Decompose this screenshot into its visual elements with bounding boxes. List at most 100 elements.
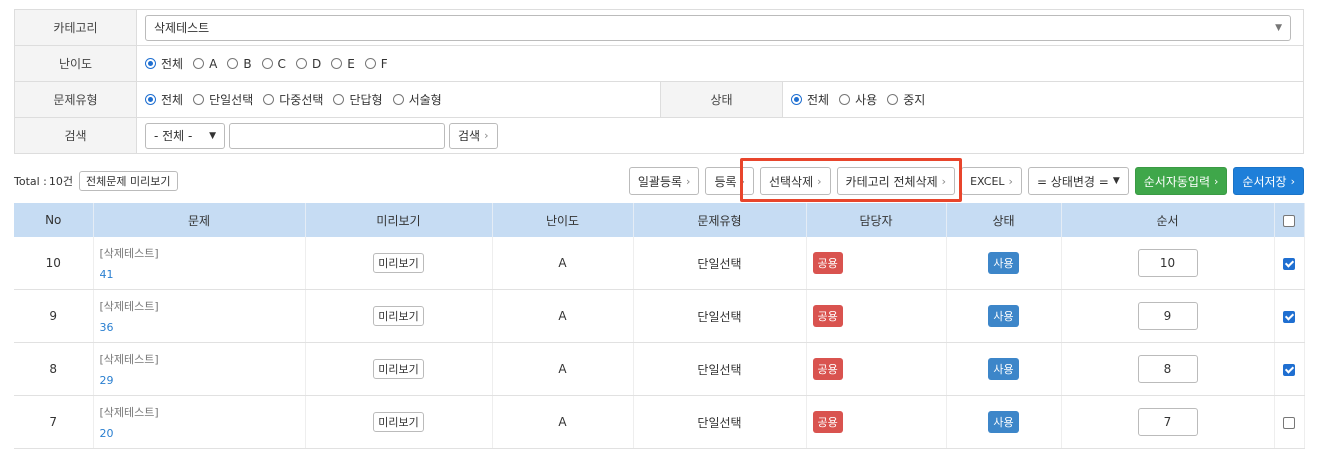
search-label: 검색	[14, 117, 137, 154]
row-preview: 미리보기	[305, 289, 493, 343]
table-row: 9 [삭제테스트] 36 미리보기 A 단일선택 공용 사용 9	[14, 289, 1305, 343]
row-preview: 미리보기	[305, 395, 493, 449]
chevron-right-icon: ›	[484, 129, 489, 142]
radio-icon	[333, 94, 345, 105]
difficulty-radio-c[interactable]: C	[261, 57, 286, 71]
radio-icon	[227, 58, 239, 69]
owner-badge: 공용	[812, 252, 843, 274]
status-change-select[interactable]: = 상태변경 = ▼	[1027, 167, 1129, 195]
type-radio-group: 전체 단일선택 다중선택 단답형 서술형	[145, 91, 660, 108]
radio-icon	[392, 94, 404, 105]
difficulty-radio-a[interactable]: A	[193, 57, 217, 71]
difficulty-radio-d[interactable]: D	[295, 57, 321, 71]
difficulty-radio-all[interactable]: 전체	[145, 55, 183, 72]
radio-icon	[193, 58, 205, 69]
total-count: 10건	[48, 175, 74, 188]
order-input[interactable]: 7	[1137, 408, 1198, 436]
preview-button[interactable]: 미리보기	[373, 306, 424, 326]
chevron-right-icon: ›	[686, 174, 691, 188]
header-status: 상태	[946, 203, 1062, 237]
type-radio-essay[interactable]: 서술형	[392, 91, 442, 108]
row-no: 7	[14, 395, 94, 449]
question-id-link[interactable]: 36	[100, 321, 114, 334]
radio-icon	[295, 58, 307, 69]
preview-button[interactable]: 미리보기	[373, 359, 424, 379]
question-category: [삭제테스트]	[99, 353, 159, 366]
row-checkbox[interactable]	[1283, 257, 1295, 270]
row-owner: 공용	[806, 342, 947, 396]
row-checkbox[interactable]	[1283, 416, 1295, 429]
difficulty-radio-group: 전체 A B C D E F	[145, 55, 1303, 72]
row-select	[1274, 342, 1305, 396]
chevron-right-icon: ›	[1008, 174, 1013, 188]
excel-button[interactable]: EXCEL ›	[961, 167, 1022, 195]
header-no: No	[14, 203, 94, 237]
bulk-register-button[interactable]: 일괄등록 ›	[628, 167, 700, 195]
owner-badge: 공용	[812, 358, 843, 380]
total-prefix: Total :	[14, 174, 47, 188]
radio-icon	[193, 94, 205, 105]
row-type: 단일선택	[633, 237, 807, 290]
order-input[interactable]: 9	[1137, 302, 1198, 330]
search-input[interactable]	[229, 122, 445, 149]
row-no: 8	[14, 342, 94, 396]
order-input[interactable]: 8	[1137, 355, 1198, 383]
type-radio-single[interactable]: 단일선택	[193, 91, 253, 108]
category-select[interactable]: 삭제테스트 ▼	[145, 14, 1291, 41]
row-order: 10	[1061, 237, 1275, 290]
row-checkbox[interactable]	[1283, 363, 1295, 376]
search-button[interactable]: 검색 ›	[449, 122, 498, 149]
radio-icon	[887, 94, 899, 105]
radio-icon	[331, 58, 343, 69]
preview-all-button[interactable]: 전체문제 미리보기	[79, 171, 178, 191]
difficulty-radio-e[interactable]: E	[331, 57, 355, 71]
radio-icon	[839, 94, 851, 105]
status-label: 상태	[660, 81, 783, 118]
type-radio-short[interactable]: 단답형	[333, 91, 383, 108]
question-table: No 문제 미리보기 난이도 문제유형 담당자 상태 순서 10 [삭제테스트] 4…	[14, 203, 1305, 449]
status-radio-group: 전체 사용 중지	[791, 91, 1303, 108]
row-difficulty: A	[492, 342, 634, 396]
status-radio-use[interactable]: 사용	[839, 91, 877, 108]
row-select	[1274, 395, 1305, 449]
row-order: 8	[1061, 342, 1275, 396]
type-radio-all[interactable]: 전체	[145, 91, 183, 108]
type-radio-multi[interactable]: 다중선택	[263, 91, 323, 108]
row-type: 단일선택	[633, 395, 807, 449]
save-order-button[interactable]: 순서저장 ›	[1233, 167, 1304, 195]
row-select	[1274, 289, 1305, 343]
row-type: 단일선택	[633, 342, 807, 396]
difficulty-radio-b[interactable]: B	[227, 57, 252, 71]
status-radio-all[interactable]: 전체	[791, 91, 829, 108]
auto-order-button[interactable]: 순서자동입력 ›	[1134, 167, 1228, 195]
question-id-link[interactable]: 41	[100, 268, 114, 281]
header-type: 문제유형	[633, 203, 807, 237]
header-difficulty: 난이도	[492, 203, 634, 237]
search-field-select[interactable]: - 전체 - ▼	[145, 122, 225, 149]
question-id-link[interactable]: 29	[100, 374, 114, 387]
preview-button[interactable]: 미리보기	[373, 412, 424, 432]
chevron-right-icon: ›	[1290, 174, 1295, 188]
preview-button[interactable]: 미리보기	[373, 253, 424, 273]
question-category: [삭제테스트]	[99, 300, 159, 313]
row-owner: 공용	[806, 237, 947, 290]
header-preview: 미리보기	[305, 203, 493, 237]
highlight-box	[740, 158, 962, 202]
question-id-link[interactable]: 20	[100, 427, 114, 440]
order-input[interactable]: 10	[1137, 249, 1198, 277]
toolbar: Total : 10건 전체문제 미리보기 일괄등록 › 등록 › 선택삭제 › 카테…	[14, 167, 1304, 197]
status-radio-stop[interactable]: 중지	[887, 91, 925, 108]
owner-badge: 공용	[812, 305, 843, 327]
row-checkbox[interactable]	[1283, 310, 1295, 323]
radio-icon	[145, 58, 156, 69]
status-badge: 사용	[988, 411, 1019, 433]
table-row: 8 [삭제테스트] 29 미리보기 A 단일선택 공용 사용 8	[14, 342, 1305, 396]
difficulty-radio-f[interactable]: F	[364, 57, 388, 71]
row-status: 사용	[946, 237, 1062, 290]
select-all-checkbox[interactable]	[1283, 214, 1295, 227]
chevron-down-icon: ▼	[1275, 22, 1282, 33]
radio-icon	[261, 58, 273, 69]
radio-icon	[364, 58, 376, 69]
status-badge: 사용	[988, 252, 1019, 274]
owner-badge: 공용	[812, 411, 843, 433]
